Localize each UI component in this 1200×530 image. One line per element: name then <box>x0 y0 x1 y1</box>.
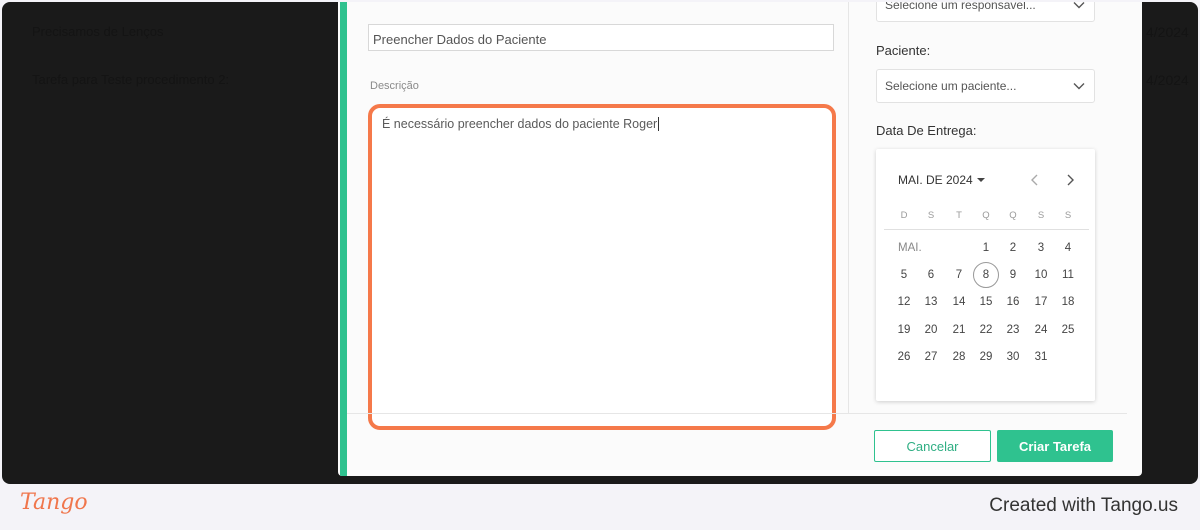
calendar-day[interactable]: 16 <box>1000 289 1026 315</box>
background-task-date: 4/2024 <box>1146 72 1189 88</box>
cancel-button[interactable]: Cancelar <box>874 430 991 462</box>
tango-credit: Created with Tango.us <box>989 495 1178 516</box>
paciente-select[interactable]: Selecione um paciente... <box>876 69 1095 103</box>
weekday-header: S <box>927 210 935 221</box>
responsavel-select-value: Selecione um responsável... <box>885 2 1036 12</box>
weekday-header: S <box>1037 210 1045 221</box>
calendar-day[interactable]: 5 <box>891 262 917 288</box>
month-short-label: MAI. <box>898 242 922 254</box>
chevron-down-icon <box>1073 2 1085 9</box>
footer-divider <box>347 413 1127 414</box>
background-task-row: Tarefa para Teste procedimento 2: <box>32 72 230 87</box>
description-textarea[interactable]: É necessário preencher dados do paciente… <box>368 104 836 430</box>
calendar-day[interactable]: 30 <box>1000 344 1026 370</box>
calendar-day[interactable]: 10 <box>1028 262 1054 288</box>
calendar-day[interactable]: 17 <box>1028 289 1054 315</box>
calendar-day[interactable]: 18 <box>1055 289 1081 315</box>
calendar-day[interactable]: 14 <box>946 289 972 315</box>
calendar-day[interactable]: 19 <box>891 317 917 343</box>
tango-logo: Tango <box>20 490 88 515</box>
month-selector[interactable]: MAI. DE 2024 <box>898 173 985 187</box>
month-label: MAI. DE 2024 <box>898 173 973 187</box>
text-cursor <box>658 117 660 131</box>
calendar-day[interactable]: 3 <box>1028 235 1054 261</box>
calendar-day[interactable]: 28 <box>946 344 972 370</box>
calendar-day[interactable]: 6 <box>918 262 944 288</box>
calendar-day[interactable]: 4 <box>1055 235 1081 261</box>
calendar-day[interactable]: 25 <box>1055 317 1081 343</box>
background-task-row: Precisamos de Lenços <box>32 24 164 39</box>
calendar-day[interactable]: 15 <box>973 289 999 315</box>
next-month-icon[interactable] <box>1063 173 1077 187</box>
calendar-day[interactable]: 26 <box>891 344 917 370</box>
description-label: Descrição <box>370 80 419 92</box>
calendar-day[interactable]: 2 <box>1000 235 1026 261</box>
column-divider <box>848 2 849 414</box>
weekday-header: Q <box>1009 210 1017 221</box>
paciente-label: Paciente: <box>876 43 931 58</box>
calendar-day[interactable]: 1 <box>973 235 999 261</box>
previous-month-icon[interactable] <box>1028 173 1042 187</box>
create-task-modal: Preencher Dados do Paciente Descrição É … <box>338 2 1142 476</box>
task-title-input[interactable]: Preencher Dados do Paciente <box>368 24 834 51</box>
caret-down-icon <box>976 178 985 182</box>
calendar-day[interactable]: 20 <box>918 317 944 343</box>
data-entrega-label: Data De Entrega: <box>876 123 977 138</box>
chevron-down-icon <box>1073 83 1085 90</box>
calendar-day[interactable]: 29 <box>973 344 999 370</box>
calendar-day[interactable]: 12 <box>891 289 917 315</box>
paciente-select-value: Selecione um paciente... <box>885 79 1017 93</box>
responsavel-select[interactable]: Selecione um responsável... <box>876 2 1095 22</box>
calendar-day-selected[interactable]: 8 <box>973 262 999 288</box>
calendar-day[interactable]: 9 <box>1000 262 1026 288</box>
background-task-date: 4/2024 <box>1146 24 1189 40</box>
calendar-divider <box>884 229 1089 230</box>
calendar-day[interactable]: 31 <box>1028 344 1054 370</box>
weekday-header: Q <box>982 210 990 221</box>
calendar-day[interactable]: 7 <box>946 262 972 288</box>
create-task-button[interactable]: Criar Tarefa <box>997 430 1113 462</box>
calendar-day[interactable]: 21 <box>946 317 972 343</box>
calendar-day[interactable]: 11 <box>1055 262 1081 288</box>
weekday-header: D <box>900 210 908 221</box>
calendar-day[interactable]: 22 <box>973 317 999 343</box>
description-text: É necessário preencher dados do paciente… <box>382 117 658 131</box>
modal-accent-bar <box>340 2 347 476</box>
calendar-day[interactable]: 23 <box>1000 317 1026 343</box>
weekday-header: T <box>956 210 962 221</box>
weekday-header: S <box>1064 210 1072 221</box>
app-frame: Precisamos de Lenços 4/2024 Tarefa para … <box>2 2 1198 484</box>
calendar-day[interactable]: 27 <box>918 344 944 370</box>
calendar-day[interactable]: 24 <box>1028 317 1054 343</box>
calendar-day[interactable]: 13 <box>918 289 944 315</box>
date-picker: MAI. DE 2024 DSTQQSS MAI. 1 2 3 4 5 6 7 8 9 10 11 1… <box>876 149 1095 401</box>
